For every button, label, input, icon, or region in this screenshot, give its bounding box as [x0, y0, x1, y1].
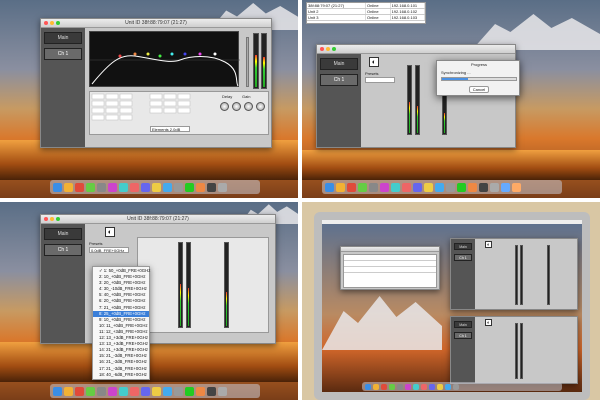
level-meter-left	[407, 65, 412, 135]
preset-dropdown-menu: ✓ 1: 50_+0dB_FRE+0GHz 2: 10_+0dB_FRE+0GHz…	[92, 266, 150, 380]
eq-window: Unit ID 38f:88:79:07 (21:27) Main Ch 1 D…	[40, 18, 272, 148]
level-meter-right	[415, 65, 420, 135]
delay-label: Delay	[222, 94, 233, 99]
dropdown-option[interactable]: 8: 25_+0dB_FRE+0GHz	[93, 310, 149, 317]
phase-knob[interactable]	[244, 102, 253, 111]
level-meter-right	[261, 33, 267, 89]
filter-params-panel: Delay Gain Elements 2.0dB	[89, 91, 269, 135]
dropdown-option[interactable]: 16: 21_-3dB_FRE+0GHz	[93, 359, 149, 365]
photo-sync-dialog: 38f:88:79:07 (21:27) Online 192.168.0.10…	[302, 0, 600, 198]
dropdown-option[interactable]: 18: 40_-6dB_FRE+0GHz	[93, 372, 149, 378]
photo-full-laptop: Main Ch 1 ◐ Main Ch 1 ◐	[302, 202, 600, 400]
device-list: 38f:88:79:07 (21:27) Online 192.168.0.10…	[306, 2, 426, 24]
gain-knob[interactable]	[232, 102, 241, 111]
presets-label: Presets	[89, 241, 103, 246]
table-row[interactable]: Unit 3 Online 192.168.0.103	[307, 15, 425, 21]
sidebar: Main Ch 1	[41, 224, 85, 343]
sidebar-item-ch1[interactable]: Ch 1	[44, 48, 82, 60]
eq-curve-graph[interactable]	[89, 31, 240, 87]
dialog-message: Synchronizing ...	[441, 70, 471, 75]
sidebar-item-main[interactable]: Main	[44, 32, 82, 44]
photo-eq-editor: Unit ID 38f:88:79:07 (21:27) Main Ch 1 D…	[0, 0, 298, 198]
dock	[50, 180, 260, 194]
sidebar-item-main[interactable]: Main	[44, 228, 82, 240]
sidebar-item-main[interactable]: Main	[320, 58, 358, 70]
screenshot-collage: Unit ID 38f:88:79:07 (21:27) Main Ch 1 D…	[0, 0, 600, 400]
preset-field[interactable]	[365, 77, 395, 83]
sidebar-item-ch1[interactable]: Ch 1	[320, 74, 358, 86]
dropdown-option[interactable]: 17: 21_-3dB_FRE+0GHz	[93, 366, 149, 372]
presets-label: Presets	[365, 71, 379, 76]
level-meter-right	[186, 242, 191, 328]
level-meter-3	[224, 242, 229, 328]
photo-preset-dropdown: Unit ID 38f:88:79:07 (21:27) Main Ch 1 ◐…	[0, 202, 298, 400]
preset-window: Unit ID 38f:88:79:07 (21:27) Main Ch 1 ◐…	[40, 214, 276, 344]
preset-select[interactable]: 0.0dB_FRE+0GHz	[89, 247, 129, 253]
dialog-title: Progress	[471, 62, 488, 67]
delay-knob[interactable]	[220, 102, 229, 111]
laptop-bezel	[314, 212, 590, 400]
dock	[322, 180, 562, 194]
preset-field[interactable]: Elements 2.0dB	[150, 126, 190, 132]
level-meter-left	[178, 242, 183, 328]
brand-logo-icon: ◐	[369, 57, 379, 67]
gain-label: Gain	[242, 94, 251, 99]
dock	[50, 384, 260, 398]
sidebar: Main Ch 1	[41, 28, 85, 147]
dropdown-option[interactable]: 9: 10_+0dB_FRE+0GHz	[93, 317, 149, 323]
sidebar-item-ch1[interactable]: Ch 1	[44, 244, 82, 256]
dropdown-option[interactable]: 6: 20_+0dB_FRE+0GHz	[93, 298, 149, 304]
eq-curve	[90, 52, 240, 87]
sync-progress-bar	[441, 77, 517, 81]
window-title: Unit ID 38f:88:79:07 (21:27)	[127, 216, 189, 222]
brand-logo-icon: ◐	[105, 227, 115, 237]
progress-dialog: Progress Synchronizing ... Cancel	[436, 60, 520, 96]
meters-panel	[137, 237, 269, 333]
level-meter-left	[253, 33, 259, 89]
cancel-button[interactable]: Cancel	[469, 86, 489, 93]
window-title: Unit ID 38f:88:79:07 (21:27)	[125, 20, 187, 26]
level-knob[interactable]	[256, 102, 265, 111]
dropdown-option[interactable]: 7: 21_+0dB_FRE+0GHz	[93, 305, 149, 311]
gain-slider[interactable]	[246, 37, 249, 87]
sidebar: Main Ch 1	[317, 54, 361, 147]
